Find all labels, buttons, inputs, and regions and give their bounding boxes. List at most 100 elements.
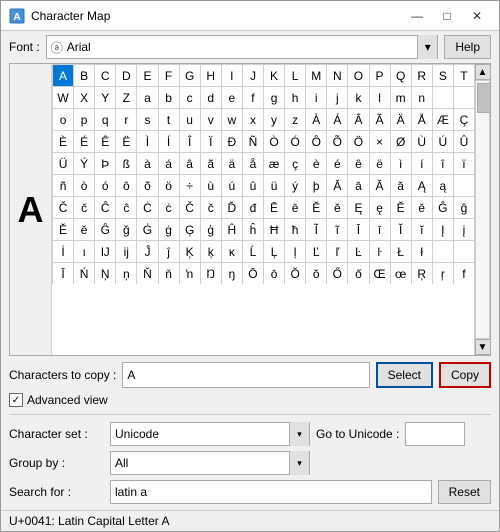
- char-cell[interactable]: ņ: [115, 262, 136, 284]
- font-selector[interactable]: ⓐ Arial ▾: [46, 35, 439, 59]
- char-cell[interactable]: G: [179, 64, 200, 86]
- char-cell[interactable]: r: [115, 108, 136, 130]
- char-cell[interactable]: Ŀ: [347, 240, 368, 262]
- char-cell[interactable]: Á: [326, 108, 347, 130]
- char-cell[interactable]: Ĳ: [94, 240, 115, 262]
- char-cell[interactable]: ã: [200, 152, 221, 174]
- char-cell[interactable]: n: [411, 86, 432, 108]
- char-cell[interactable]: Q: [390, 64, 411, 86]
- char-cell[interactable]: À: [305, 108, 326, 130]
- char-cell[interactable]: d: [200, 86, 221, 108]
- char-cell[interactable]: ì: [390, 152, 411, 174]
- go-to-unicode-input[interactable]: [405, 422, 465, 446]
- char-cell[interactable]: ő: [347, 262, 368, 284]
- char-cell[interactable]: S: [432, 64, 453, 86]
- char-cell[interactable]: Ļ: [263, 240, 284, 262]
- minimize-button[interactable]: —: [403, 6, 431, 26]
- scroll-up-button[interactable]: ▲: [475, 64, 491, 80]
- char-cell[interactable]: â: [179, 152, 200, 174]
- char-cell[interactable]: I: [221, 64, 242, 86]
- char-cell[interactable]: f: [453, 262, 474, 284]
- char-cell[interactable]: ĥ: [242, 218, 263, 240]
- char-cell[interactable]: Ņ: [94, 262, 115, 284]
- char-cell[interactable]: Ĝ: [432, 196, 453, 218]
- char-cell[interactable]: P: [369, 64, 390, 86]
- char-cell[interactable]: ą: [432, 174, 453, 196]
- char-cell[interactable]: Ĵ: [136, 240, 157, 262]
- char-cell[interactable]: ê: [347, 152, 368, 174]
- char-cell[interactable]: đ: [242, 196, 263, 218]
- char-cell[interactable]: þ: [305, 174, 326, 196]
- char-cell[interactable]: A: [52, 64, 73, 86]
- char-cell[interactable]: w: [221, 108, 242, 130]
- char-cell[interactable]: Ħ: [263, 218, 284, 240]
- char-cell[interactable]: J: [242, 64, 263, 86]
- char-cell[interactable]: Ń: [73, 262, 94, 284]
- char-cell[interactable]: y: [263, 108, 284, 130]
- char-cell[interactable]: ı: [73, 240, 94, 262]
- char-cell[interactable]: ĕ: [326, 196, 347, 218]
- char-cell[interactable]: ģ: [200, 218, 221, 240]
- char-cell[interactable]: Ą: [411, 174, 432, 196]
- char-cell[interactable]: ĳ: [115, 240, 136, 262]
- scroll-down-button[interactable]: ▼: [475, 339, 491, 355]
- char-cell[interactable]: Ŋ: [200, 262, 221, 284]
- char-cell[interactable]: Č: [52, 196, 73, 218]
- char-cell[interactable]: Y: [94, 86, 115, 108]
- char-cell[interactable]: T: [453, 64, 474, 86]
- char-cell[interactable]: Œ: [369, 262, 390, 284]
- char-cell[interactable]: ë: [369, 152, 390, 174]
- char-cell[interactable]: Ö: [347, 130, 368, 152]
- char-cell[interactable]: œ: [390, 262, 411, 284]
- char-cell[interactable]: H: [200, 64, 221, 86]
- char-cell[interactable]: Î: [179, 130, 200, 152]
- char-cell[interactable]: Ī: [347, 218, 368, 240]
- char-cell[interactable]: Ŏ: [284, 262, 305, 284]
- char-cell[interactable]: t: [158, 108, 179, 130]
- char-cell[interactable]: h: [284, 86, 305, 108]
- char-cell[interactable]: Ñ: [242, 130, 263, 152]
- char-cell[interactable]: ĩ: [326, 218, 347, 240]
- char-cell[interactable]: Ĺ: [242, 240, 263, 262]
- char-cell[interactable]: Ċ: [136, 196, 157, 218]
- char-cell[interactable]: á: [158, 152, 179, 174]
- char-cell[interactable]: ō: [263, 262, 284, 284]
- select-button[interactable]: Select: [376, 362, 433, 388]
- char-cell[interactable]: ě: [411, 196, 432, 218]
- char-cell[interactable]: Ĉ: [94, 196, 115, 218]
- char-cell[interactable]: Ō: [242, 262, 263, 284]
- char-cell[interactable]: ö: [158, 174, 179, 196]
- char-cell[interactable]: ŋ: [221, 262, 242, 284]
- char-cell[interactable]: Z: [115, 86, 136, 108]
- char-cell[interactable]: Ā: [326, 174, 347, 196]
- char-cell[interactable]: Ã: [369, 108, 390, 130]
- char-cell[interactable]: å: [242, 152, 263, 174]
- char-cell[interactable]: Å: [411, 108, 432, 130]
- char-cell[interactable]: ý: [284, 174, 305, 196]
- char-cell[interactable]: ķ: [200, 240, 221, 262]
- char-cell[interactable]: M: [305, 64, 326, 86]
- char-cell[interactable]: î: [432, 152, 453, 174]
- char-cell[interactable]: D: [115, 64, 136, 86]
- char-cell[interactable]: L: [284, 64, 305, 86]
- char-cell[interactable]: ô: [115, 174, 136, 196]
- char-cell[interactable]: ü: [263, 174, 284, 196]
- char-cell[interactable]: Þ: [94, 152, 115, 174]
- char-cell[interactable]: Ă: [369, 174, 390, 196]
- char-cell[interactable]: i: [305, 86, 326, 108]
- char-cell[interactable]: Ó: [284, 130, 305, 152]
- char-cell[interactable]: ×: [369, 130, 390, 152]
- char-cell[interactable]: E: [136, 64, 157, 86]
- help-button[interactable]: Help: [444, 35, 491, 59]
- char-cell[interactable]: Ç: [453, 108, 474, 130]
- font-dropdown-arrow[interactable]: ▾: [417, 35, 437, 59]
- char-cell[interactable]: Ð: [221, 130, 242, 152]
- char-cell[interactable]: ļ: [284, 240, 305, 262]
- maximize-button[interactable]: □: [433, 6, 461, 26]
- close-button[interactable]: ✕: [463, 6, 491, 26]
- advanced-view-checkbox[interactable]: ✓: [9, 393, 23, 407]
- char-cell[interactable]: K: [263, 64, 284, 86]
- char-cell[interactable]: Ķ: [179, 240, 200, 262]
- char-cell[interactable]: ň: [158, 262, 179, 284]
- char-cell[interactable]: č: [73, 196, 94, 218]
